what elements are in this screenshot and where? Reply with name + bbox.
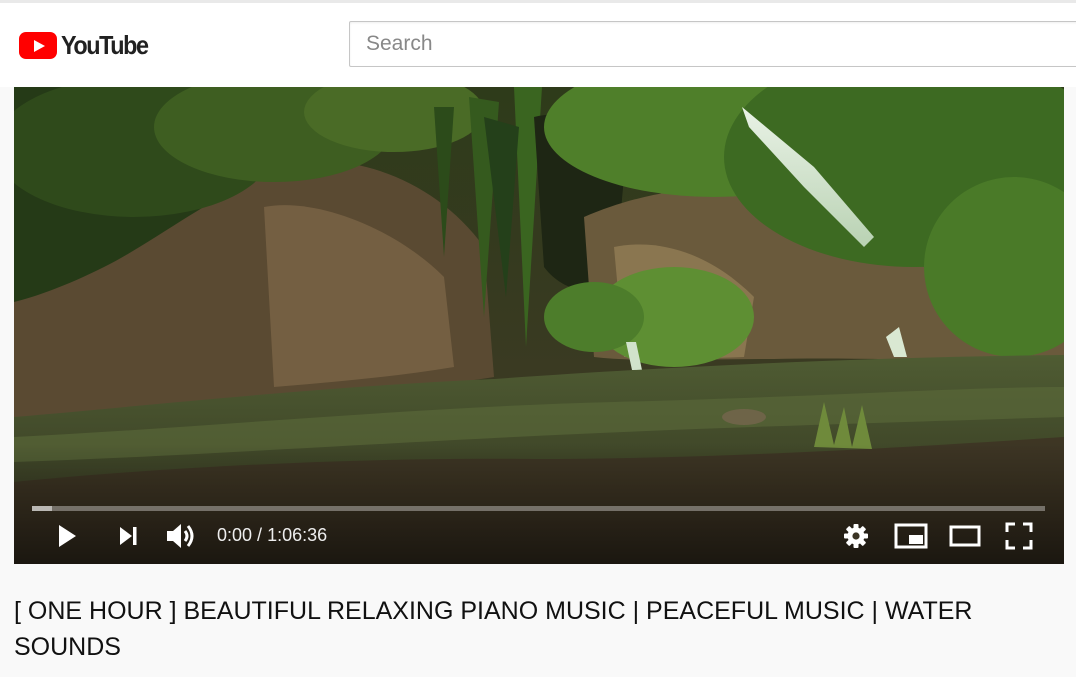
fullscreen-button[interactable] [1002, 520, 1036, 552]
mute-button[interactable] [163, 520, 199, 552]
masthead-top-border [0, 0, 1076, 3]
logo-wordmark: YouTube [61, 30, 149, 60]
youtube-logo[interactable]: YouTube [19, 30, 157, 61]
play-icon [59, 525, 76, 547]
miniplayer-icon [894, 523, 928, 549]
next-icon [120, 527, 137, 545]
theater-mode-button[interactable] [947, 520, 983, 552]
time-current: 0:00 [217, 525, 253, 545]
youtube-play-logo-icon [19, 32, 57, 59]
video-title: [ ONE HOUR ] BEAUTIFUL RELAXING PIANO MU… [14, 597, 973, 661]
play-button[interactable] [50, 520, 82, 552]
settings-icon [844, 524, 868, 548]
next-button[interactable] [112, 520, 144, 552]
volume-icon [167, 524, 194, 548]
masthead: YouTube [0, 0, 1076, 87]
miniplayer-button[interactable] [893, 520, 929, 552]
fullscreen-icon [1005, 522, 1033, 550]
theater-mode-icon [949, 525, 981, 547]
settings-button[interactable] [840, 520, 872, 552]
progress-bar[interactable] [32, 506, 1045, 511]
time-display: 0:00 / 1:06:36 [217, 525, 327, 546]
time-duration: 1:06:36 [267, 525, 328, 545]
progress-buffered [32, 506, 53, 511]
time-separator: / [252, 525, 268, 545]
video-player[interactable]: 0:00 / 1:06:36 [14, 87, 1064, 564]
search-input[interactable] [349, 21, 1076, 67]
